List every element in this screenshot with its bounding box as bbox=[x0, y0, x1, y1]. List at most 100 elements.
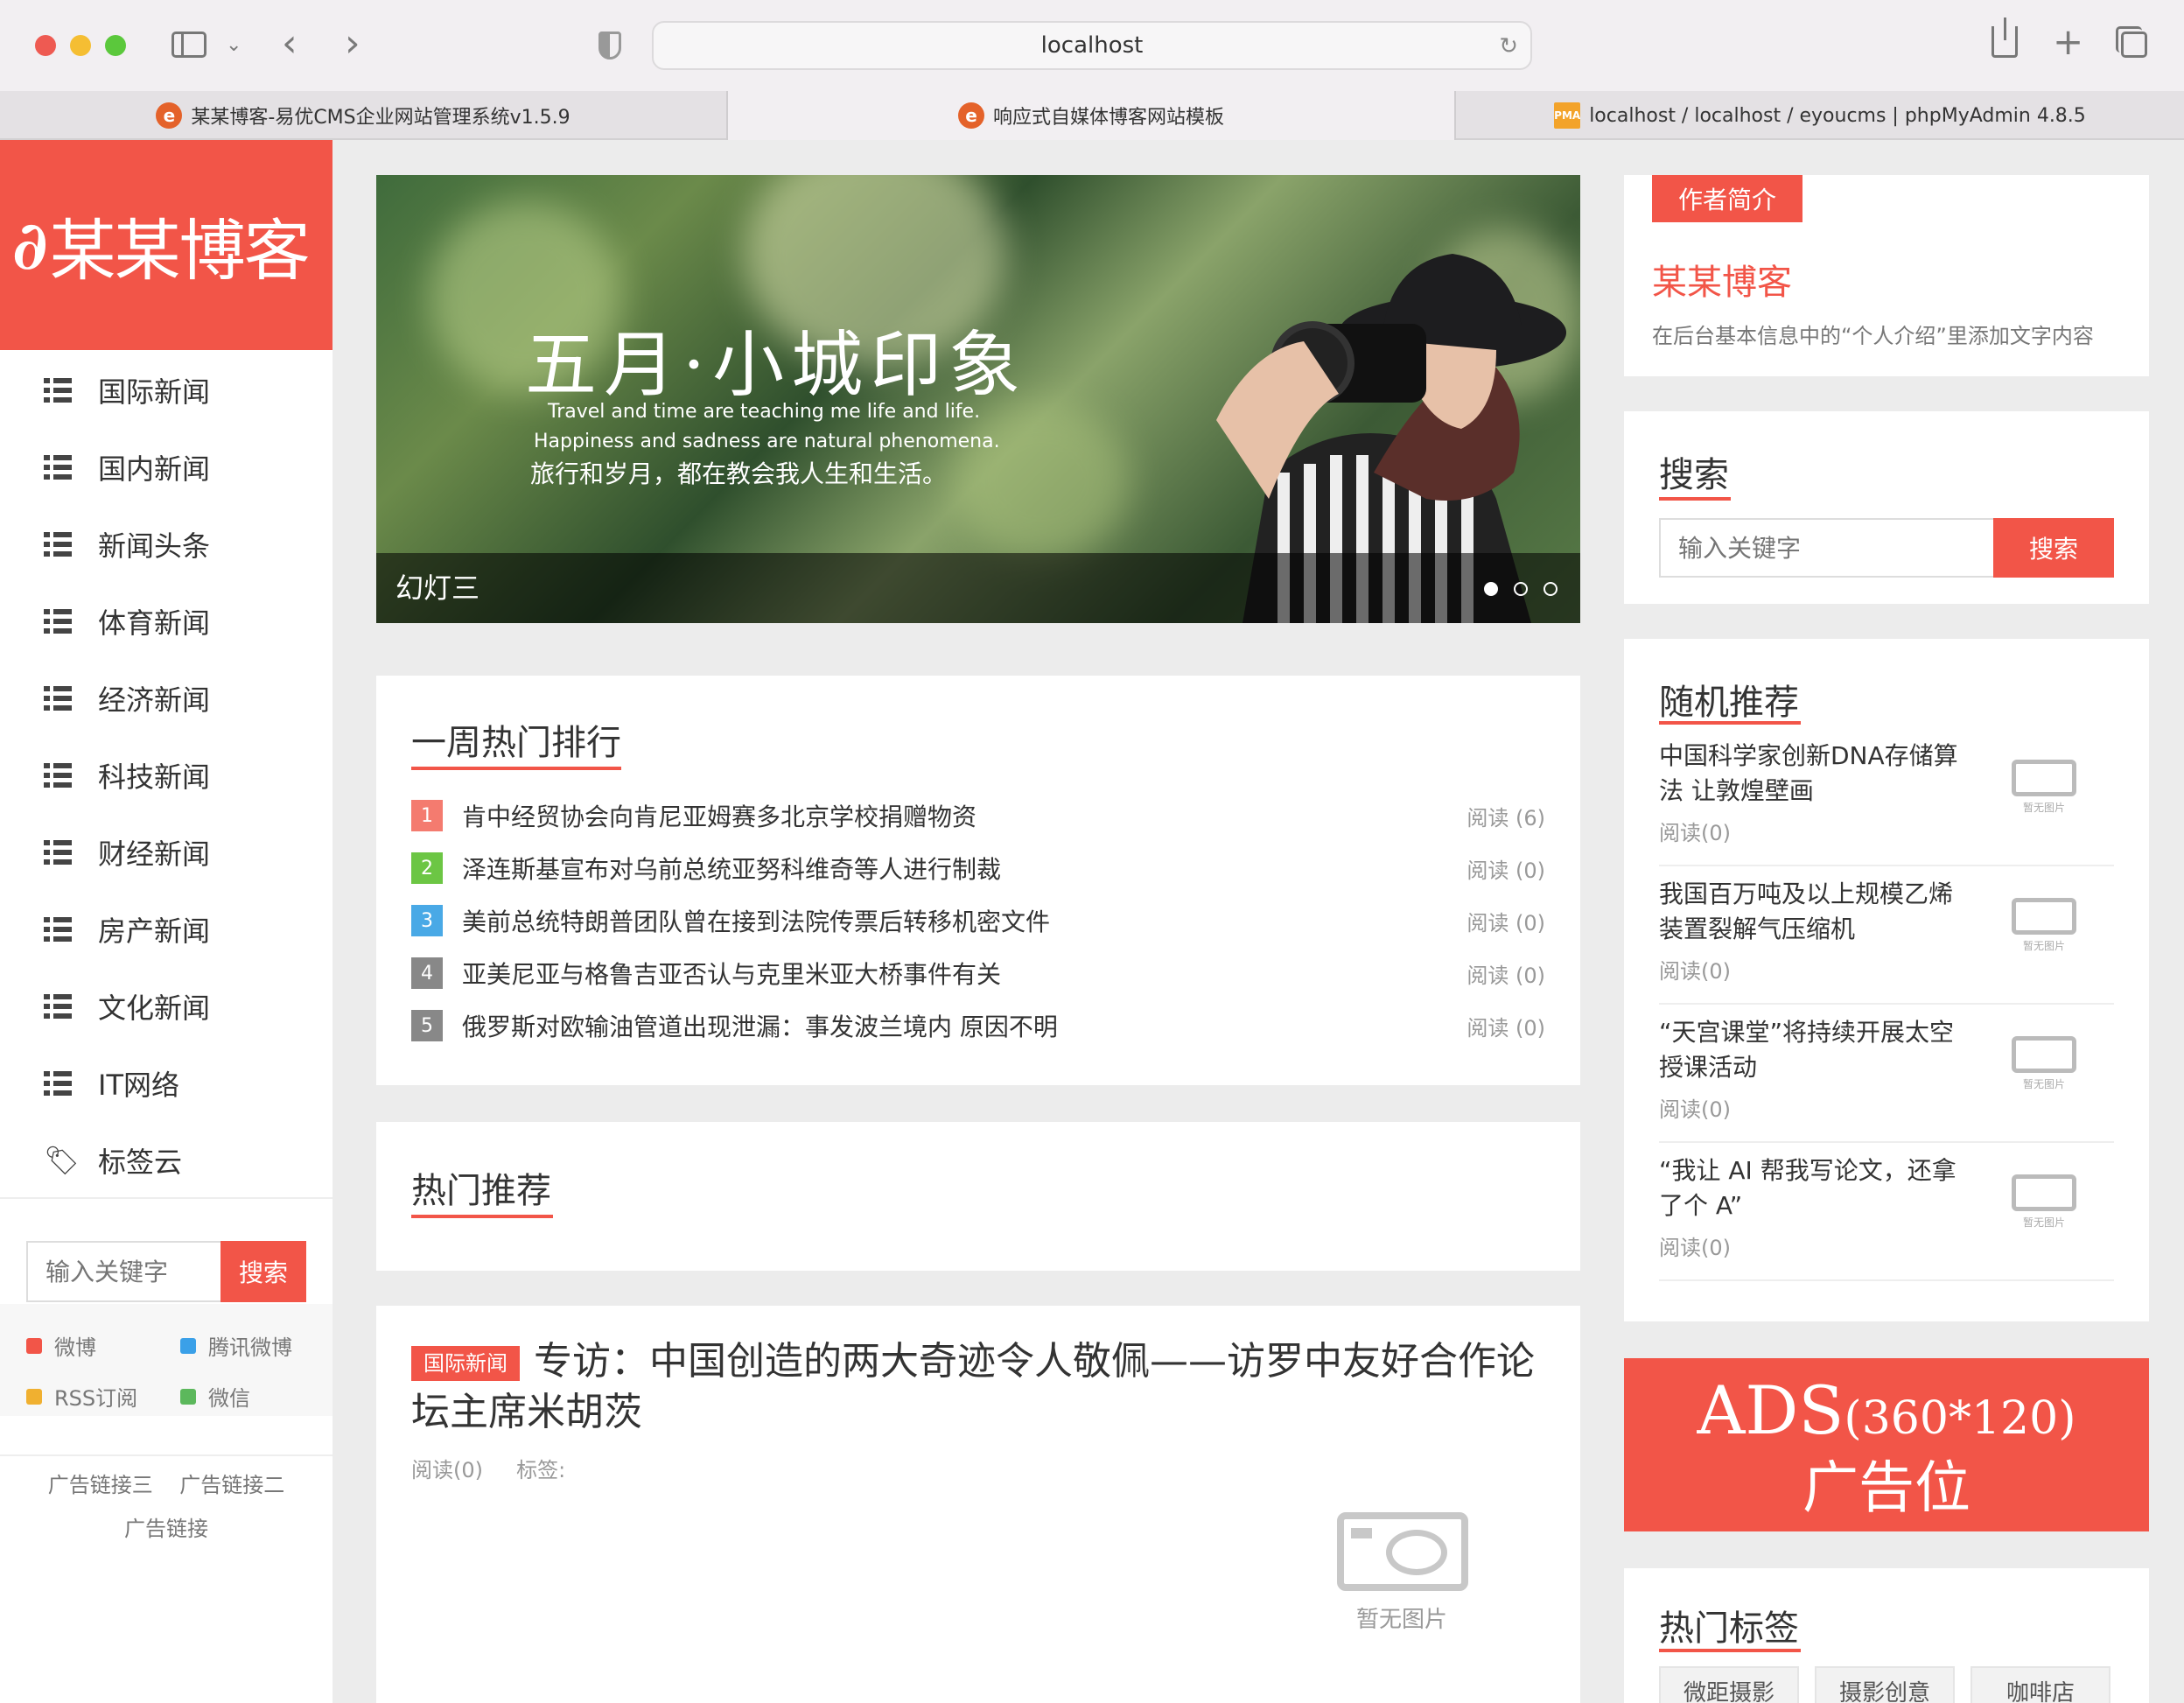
hero-slider[interactable]: 五月·小城印象 Travel and time are teaching me … bbox=[376, 175, 1580, 623]
article-title[interactable]: 专访：中国创造的两大奇迹令人敬佩——访罗中友好合作论坛主席米胡茨 bbox=[411, 1339, 1535, 1434]
random-recommend-panel: 随机推荐 中国科学家创新DNA存储算法 让敦煌壁画 阅读(0) 暂无图片 我国百… bbox=[1624, 639, 2149, 1321]
sidebar-item-finance[interactable]: 财经新闻 bbox=[0, 814, 332, 891]
browser-tab-3[interactable]: PMA localhost / localhost / eyoucms | ph… bbox=[1456, 91, 2184, 140]
privacy-shield-icon[interactable] bbox=[598, 32, 621, 60]
social-label: 微博 bbox=[54, 1335, 96, 1360]
right-search-button[interactable]: 搜索 bbox=[1993, 518, 2114, 578]
address-text[interactable]: localhost bbox=[654, 23, 1530, 68]
random-item-read: 阅读(0) bbox=[1659, 1236, 1731, 1260]
rank-title[interactable]: 美前总统特朗普团队曾在接到法院传票后转移机密文件 bbox=[462, 903, 1466, 938]
read-count: 阅读 (0) bbox=[1466, 1015, 1545, 1041]
random-item-read: 阅读(0) bbox=[1659, 1097, 1731, 1122]
list-icon bbox=[44, 763, 72, 788]
slider-dot-1[interactable] bbox=[1484, 582, 1498, 596]
sidebar-search-input[interactable] bbox=[26, 1241, 220, 1302]
slide-headline: 五月·小城印象 bbox=[525, 324, 1028, 407]
sidebar-toggle-icon[interactable] bbox=[172, 32, 206, 58]
read-count: 阅读 (0) bbox=[1466, 963, 1545, 988]
sidebar-search-button[interactable]: 搜索 bbox=[220, 1241, 306, 1302]
social-label: 腾讯微博 bbox=[208, 1335, 292, 1360]
tab-overview-icon[interactable] bbox=[2116, 26, 2147, 58]
random-item[interactable]: 中国科学家创新DNA存储算法 让敦煌壁画 阅读(0) 暂无图片 bbox=[1659, 728, 2114, 866]
logo-text: 某某博客 bbox=[49, 212, 311, 290]
site-logo[interactable]: ∂ 某某博客 bbox=[0, 140, 332, 350]
right-search-input[interactable] bbox=[1659, 518, 1993, 578]
rank-title[interactable]: 肯中经贸协会向肯尼亚姆赛多北京学校捐赠物资 bbox=[462, 798, 1466, 833]
author-name[interactable]: 某某博客 bbox=[1652, 254, 1792, 305]
tencent-weibo-link[interactable]: 腾讯微博 bbox=[180, 1330, 292, 1361]
ad-banner-line2: 广告位 bbox=[1802, 1456, 1970, 1521]
article-category-badge[interactable]: 国际新闻 bbox=[411, 1346, 520, 1381]
sidebar-item-tech[interactable]: 科技新闻 bbox=[0, 737, 332, 814]
slide-caption: 幻灯三 bbox=[396, 571, 480, 605]
random-item-title[interactable]: 中国科学家创新DNA存储算法 让敦煌壁画 bbox=[1659, 739, 1974, 809]
wechat-link[interactable]: 微信 bbox=[180, 1381, 250, 1412]
camera-icon bbox=[2012, 898, 2076, 935]
author-panel: 作者简介 某某博客 在后台基本信息中的“个人介绍”里添加文字内容 bbox=[1624, 175, 2149, 376]
no-image-thumb: 暂无图片 bbox=[2009, 889, 2079, 959]
address-bar[interactable]: localhost ↻ bbox=[652, 21, 1532, 70]
rss-link[interactable]: RSS订阅 bbox=[26, 1381, 137, 1412]
rank-row[interactable]: 5 俄罗斯对欧输油管道出现泄漏：事发波兰境内 原因不明 阅读 (0) bbox=[411, 999, 1545, 1052]
ad-link[interactable]: 广告链接二 bbox=[179, 1473, 284, 1497]
rank-row[interactable]: 3 美前总统特朗普团队曾在接到法院传票后转移机密文件 阅读 (0) bbox=[411, 894, 1545, 947]
ad-link[interactable]: 广告链接三 bbox=[48, 1473, 153, 1497]
sidebar-item-economy[interactable]: 经济新闻 bbox=[0, 660, 332, 737]
random-item-title[interactable]: 我国百万吨及以上规模乙烯装置裂解气压缩机 bbox=[1659, 877, 1974, 947]
tag-button[interactable]: 咖啡店 bbox=[1970, 1666, 2110, 1703]
new-tab-icon[interactable]: + bbox=[2053, 23, 2083, 61]
no-image-thumb: 暂无图片 bbox=[2009, 1027, 2079, 1097]
rank-number: 4 bbox=[411, 957, 443, 989]
reload-icon[interactable]: ↻ bbox=[1499, 33, 1518, 60]
rank-row[interactable]: 1 肯中经贸协会向肯尼亚姆赛多北京学校捐赠物资 阅读 (6) bbox=[411, 789, 1545, 842]
chevron-down-icon[interactable]: ⌄ bbox=[226, 26, 242, 65]
rank-row[interactable]: 2 泽连斯基宣布对乌前总统亚努科维奇等人进行制裁 阅读 (0) bbox=[411, 842, 1545, 894]
sidebar-item-culture[interactable]: 文化新闻 bbox=[0, 968, 332, 1045]
sidebar-item-label: 科技新闻 bbox=[98, 760, 211, 794]
random-item-title[interactable]: “天宫课堂”将持续开展太空授课活动 bbox=[1659, 1015, 1974, 1085]
share-icon[interactable] bbox=[1992, 18, 2018, 58]
close-window-button[interactable] bbox=[35, 35, 56, 56]
hot-recommend-panel: 热门推荐 bbox=[376, 1122, 1580, 1271]
back-icon[interactable]: ‹ bbox=[282, 25, 298, 63]
sidebar-item-sports[interactable]: 体育新闻 bbox=[0, 583, 332, 660]
browser-tab-2[interactable]: e 响应式自媒体博客网站模板 bbox=[728, 91, 1456, 140]
ad-link[interactable]: 广告链接 bbox=[124, 1517, 208, 1541]
article-heading[interactable]: 国际新闻 专访：中国创造的两大奇迹令人敬佩——访罗中友好合作论坛主席米胡茨 bbox=[411, 1337, 1549, 1437]
rank-title[interactable]: 亚美尼亚与格鲁吉亚否认与克里米亚大桥事件有关 bbox=[462, 956, 1466, 991]
slider-dot-3[interactable] bbox=[1544, 582, 1558, 596]
tag-button[interactable]: 摄影创意 bbox=[1815, 1666, 1955, 1703]
random-item[interactable]: “我让 AI 帮我写论文，还拿了个 A” 阅读(0) 暂无图片 bbox=[1659, 1143, 2114, 1281]
sidebar-item-tagcloud[interactable]: 🏷 标签云 bbox=[0, 1122, 332, 1199]
forward-icon[interactable]: › bbox=[345, 25, 360, 63]
sidebar-item-headlines[interactable]: 新闻头条 bbox=[0, 506, 332, 583]
logo-mark-icon: ∂ bbox=[12, 206, 48, 284]
slider-dot-2[interactable] bbox=[1514, 582, 1528, 596]
hot-week-panel: 一周热门排行 1 肯中经贸协会向肯尼亚姆赛多北京学校捐赠物资 阅读 (6) 2 … bbox=[376, 676, 1580, 1085]
browser-tab-1[interactable]: e 某某博客-易优CMS企业网站管理系统v1.5.9 bbox=[0, 91, 728, 140]
sidebar-item-realestate[interactable]: 房产新闻 bbox=[0, 891, 332, 968]
rank-number: 2 bbox=[411, 852, 443, 884]
hot-tags-panel: 热门标签 微距摄影 摄影创意 咖啡店 bbox=[1624, 1568, 2149, 1703]
random-item[interactable]: 我国百万吨及以上规模乙烯装置裂解气压缩机 阅读(0) 暂无图片 bbox=[1659, 866, 2114, 1005]
sidebar-item-domestic[interactable]: 国内新闻 bbox=[0, 429, 332, 506]
article-meta: 阅读(0) 标签: bbox=[411, 1453, 565, 1483]
maximize-window-button[interactable] bbox=[105, 35, 126, 56]
tab-bar: e 某某博客-易优CMS企业网站管理系统v1.5.9 e 响应式自媒体博客网站模… bbox=[0, 91, 2184, 140]
random-item[interactable]: “天宫课堂”将持续开展太空授课活动 阅读(0) 暂无图片 bbox=[1659, 1005, 2114, 1143]
rank-number: 5 bbox=[411, 1010, 443, 1041]
rank-title[interactable]: 泽连斯基宣布对乌前总统亚努科维奇等人进行制裁 bbox=[462, 851, 1466, 886]
minimize-window-button[interactable] bbox=[70, 35, 91, 56]
tag-button[interactable]: 微距摄影 bbox=[1659, 1666, 1799, 1703]
rank-row[interactable]: 4 亚美尼亚与格鲁吉亚否认与克里米亚大桥事件有关 阅读 (0) bbox=[411, 947, 1545, 999]
ad-banner[interactable]: ADS(360*120) 广告位 bbox=[1624, 1358, 2149, 1531]
random-item-read: 阅读(0) bbox=[1659, 821, 1731, 845]
sidebar-item-international[interactable]: 国际新闻 bbox=[0, 352, 332, 429]
sidebar-item-it[interactable]: IT网络 bbox=[0, 1045, 332, 1122]
title-underline bbox=[1659, 497, 1731, 501]
rank-title[interactable]: 俄罗斯对欧输油管道出现泄漏：事发波兰境内 原因不明 bbox=[462, 1008, 1466, 1043]
weibo-link[interactable]: 微博 bbox=[26, 1330, 96, 1361]
social-label: RSS订阅 bbox=[54, 1386, 138, 1411]
random-item-title[interactable]: “我让 AI 帮我写论文，还拿了个 A” bbox=[1659, 1153, 1974, 1223]
section-title: 热门推荐 bbox=[411, 1171, 551, 1211]
